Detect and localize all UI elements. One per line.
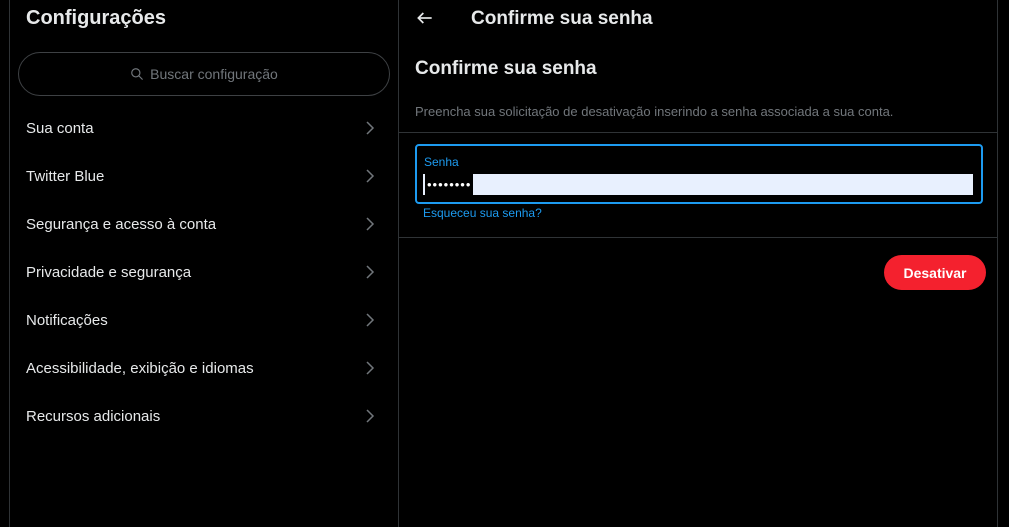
menu-item-twitter-blue[interactable]: Twitter Blue xyxy=(10,152,399,200)
chevron-right-icon xyxy=(366,217,375,231)
settings-menu: Sua conta Twitter Blue Segurança e acess… xyxy=(10,104,399,440)
search-input[interactable]: Buscar configuração xyxy=(18,52,390,96)
menu-item-label: Sua conta xyxy=(26,119,94,137)
password-masked-value: •••••••• xyxy=(425,174,474,195)
menu-item-notificacoes[interactable]: Notificações xyxy=(10,296,399,344)
menu-item-privacidade[interactable]: Privacidade e segurança xyxy=(10,248,399,296)
header-title: Confirme sua senha xyxy=(471,8,653,29)
password-field[interactable]: Senha •••••••• xyxy=(415,144,983,204)
chevron-right-icon xyxy=(366,169,375,183)
deactivate-button[interactable]: Desativar xyxy=(884,255,986,290)
divider xyxy=(399,237,998,238)
chevron-right-icon xyxy=(366,265,375,279)
settings-panel: Configurações Buscar configuração Sua co… xyxy=(10,0,399,527)
password-field-label: Senha xyxy=(424,155,459,169)
menu-item-label: Twitter Blue xyxy=(26,167,105,185)
menu-item-label: Privacidade e segurança xyxy=(26,263,192,281)
chevron-right-icon xyxy=(366,121,375,135)
forgot-password-link[interactable]: Esqueceu sua senha? xyxy=(423,206,542,220)
divider xyxy=(399,132,998,133)
menu-item-label: Segurança e acesso à conta xyxy=(26,215,217,233)
chevron-right-icon xyxy=(366,361,375,375)
menu-item-seguranca-acesso[interactable]: Segurança e acesso à conta xyxy=(10,200,399,248)
menu-item-label: Recursos adicionais xyxy=(26,407,161,425)
password-input[interactable]: •••••••• xyxy=(423,174,973,195)
menu-item-label: Acessibilidade, exibição e idiomas xyxy=(26,359,254,377)
menu-item-recursos-adicionais[interactable]: Recursos adicionais xyxy=(10,392,399,440)
menu-item-acessibilidade[interactable]: Acessibilidade, exibição e idiomas xyxy=(10,344,399,392)
chevron-right-icon xyxy=(366,313,375,327)
chevron-right-icon xyxy=(366,409,375,423)
right-gutter xyxy=(998,0,1009,527)
detail-panel: Confirme sua senha Confirme sua senha Pr… xyxy=(399,0,998,527)
menu-item-label: Notificações xyxy=(26,311,108,329)
section-title: Confirme sua senha xyxy=(415,58,597,79)
menu-item-sua-conta[interactable]: Sua conta xyxy=(10,104,399,152)
search-placeholder: Buscar configuração xyxy=(150,66,278,82)
back-arrow-icon[interactable] xyxy=(415,8,435,28)
search-icon xyxy=(131,68,144,80)
settings-title: Configurações xyxy=(26,7,167,29)
detail-header: Confirme sua senha xyxy=(399,0,998,38)
description-text: Preencha sua solicitação de desativação … xyxy=(415,104,894,119)
left-gutter xyxy=(0,0,10,527)
